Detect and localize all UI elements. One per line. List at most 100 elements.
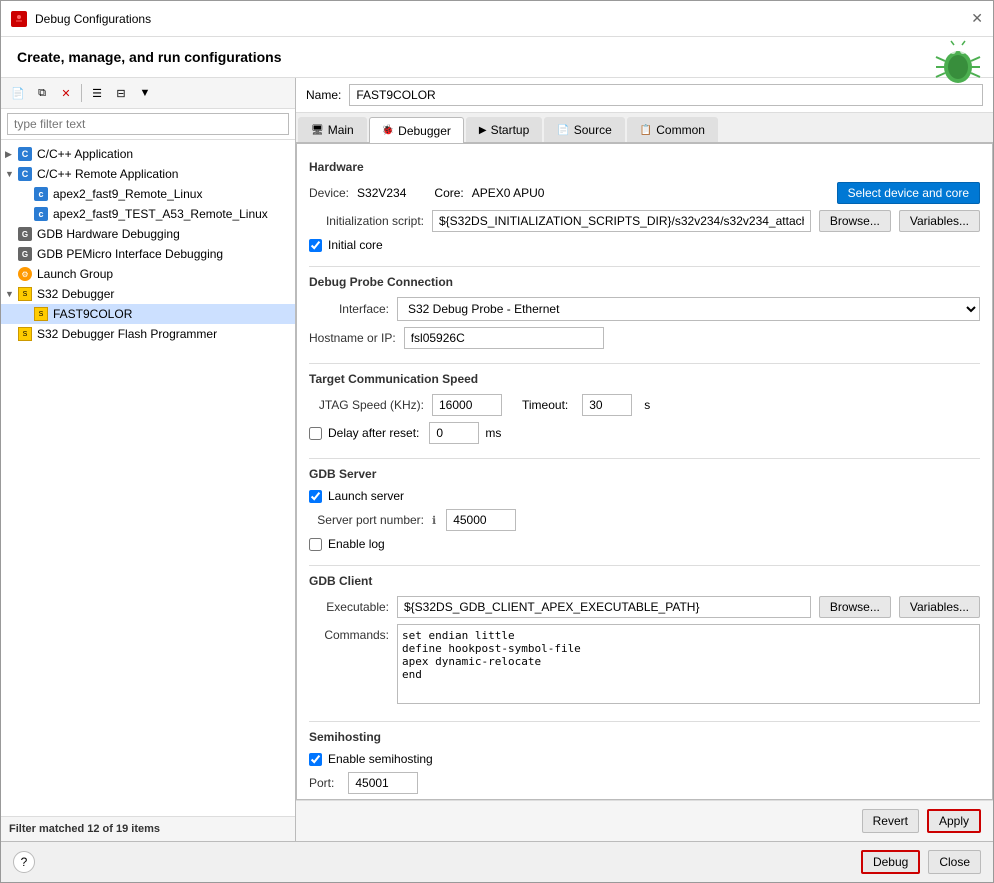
tab-debugger[interactable]: 🐞 Debugger (369, 117, 464, 143)
footer-buttons-bar: ? Debug Close (1, 841, 993, 882)
collapse-button[interactable]: ⊟ (110, 82, 132, 104)
hardware-section-title: Hardware (309, 160, 980, 174)
tree-label-fast9color: FAST9COLOR (53, 307, 132, 321)
cpp-app-icon: C (17, 146, 33, 162)
hostname-input[interactable] (404, 327, 604, 349)
expand-button[interactable]: ▼ (134, 82, 156, 104)
tree-label-s32-flash: S32 Debugger Flash Programmer (37, 327, 217, 341)
tab-common[interactable]: 📋 Common (627, 117, 718, 142)
device-value: S32V234 (357, 186, 406, 200)
filter-matched-count: 12 (87, 823, 99, 835)
filter-status: Filter matched 12 of 19 items (1, 816, 295, 841)
cpp-remote-icon: C (17, 166, 33, 182)
header-subtitle: Create, manage, and run configurations (17, 49, 977, 65)
tree-item-apex2-test[interactable]: c apex2_fast9_TEST_A53_Remote_Linux (1, 204, 295, 224)
interface-select[interactable]: S32 Debug Probe - Ethernet (397, 297, 980, 321)
device-label: Device: (309, 186, 349, 200)
filter-input[interactable] (7, 113, 289, 135)
tree-label-launch-group: Launch Group (37, 267, 113, 281)
timeout-label: Timeout: (522, 398, 568, 412)
tab-source[interactable]: 📄 Source (544, 117, 624, 142)
help-button[interactable]: ? (13, 851, 35, 873)
commands-row: Commands: set endian little define hookp… (309, 624, 980, 707)
debugger-tab-icon: 🐞 (382, 125, 394, 136)
close-window-button[interactable]: ✕ (971, 10, 983, 27)
revert-button[interactable]: Revert (862, 809, 919, 833)
delay-value-input[interactable] (429, 422, 479, 444)
filter-box (1, 109, 295, 140)
filter-items-text: items (128, 823, 160, 835)
tree-label-s32-debugger: S32 Debugger (37, 287, 114, 301)
gdb-client-title: GDB Client (309, 574, 980, 588)
right-panel: Name: 🖥 Main 🐞 Debugger ▶ Startup (296, 78, 993, 841)
init-script-input[interactable] (432, 210, 811, 232)
config-tree: ▶ C C/C++ Application ▼ C C/C++ Remote A… (1, 140, 295, 816)
gdb-client-section: GDB Client Executable: Browse... Variabl… (309, 574, 980, 707)
window-title: Debug Configurations (35, 12, 151, 26)
tree-item-fast9color[interactable]: S FAST9COLOR (1, 304, 295, 324)
title-bar-left: Debug Configurations (11, 11, 151, 27)
enable-log-label: Enable log (328, 537, 385, 551)
timeout-unit: s (644, 398, 650, 412)
commands-textarea[interactable]: set endian little define hookpost-symbol… (397, 624, 980, 704)
tab-startup[interactable]: ▶ Startup (466, 117, 542, 142)
commands-container: set endian little define hookpost-symbol… (397, 624, 980, 707)
tree-item-launch-group[interactable]: ⚙ Launch Group (1, 264, 295, 284)
semihosting-port-input[interactable] (348, 772, 418, 794)
tree-label-cpp-remote: C/C++ Remote Application (37, 167, 178, 181)
semihosting-title: Semihosting (309, 730, 980, 744)
tree-item-cpp-app[interactable]: ▶ C C/C++ Application (1, 144, 295, 164)
close-button[interactable]: Close (928, 850, 981, 874)
app-icon (11, 11, 27, 27)
duplicate-config-button[interactable]: ⧉ (31, 82, 53, 104)
tree-item-s32-flash[interactable]: S S32 Debugger Flash Programmer (1, 324, 295, 344)
footer-left: ? (13, 850, 853, 874)
jtag-row: JTAG Speed (KHz): Timeout: s (309, 394, 980, 416)
tree-item-cpp-remote[interactable]: ▼ C C/C++ Remote Application (1, 164, 295, 184)
debug-button[interactable]: Debug (861, 850, 920, 874)
delete-config-button[interactable]: ✕ (55, 82, 77, 104)
server-port-row: Server port number: ℹ (309, 509, 980, 531)
init-variables-button[interactable]: Variables... (899, 210, 980, 232)
target-speed-section: Target Communication Speed JTAG Speed (K… (309, 372, 980, 444)
name-label: Name: (306, 88, 341, 102)
interface-label: Interface: (309, 302, 389, 316)
semihosting-port-label: Port: (309, 776, 334, 790)
init-browse-button[interactable]: Browse... (819, 210, 891, 232)
select-device-button[interactable]: Select device and core (837, 182, 980, 204)
exec-variables-button[interactable]: Variables... (899, 596, 980, 618)
jtag-input[interactable] (432, 394, 502, 416)
initial-core-checkbox[interactable] (309, 239, 322, 252)
apex2-test-icon: c (33, 206, 49, 222)
exec-browse-button[interactable]: Browse... (819, 596, 891, 618)
new-config-button[interactable]: 📄 (7, 82, 29, 104)
enable-log-checkbox[interactable] (309, 538, 322, 551)
server-port-input[interactable] (446, 509, 516, 531)
launch-server-row: Launch server (309, 489, 980, 503)
tree-item-gdb-hardware[interactable]: G GDB Hardware Debugging (1, 224, 295, 244)
initial-core-label: Initial core (328, 238, 383, 252)
delay-row: Delay after reset: ms (309, 422, 980, 444)
delay-unit: ms (485, 426, 501, 440)
delay-reset-checkbox[interactable] (309, 427, 322, 440)
main-tab-icon: 🖥 (311, 125, 324, 136)
executable-label: Executable: (309, 600, 389, 614)
filter-button[interactable]: ☰ (86, 82, 108, 104)
name-input[interactable] (349, 84, 983, 106)
tree-item-s32-debugger[interactable]: ▼ S S32 Debugger (1, 284, 295, 304)
tree-item-apex2-fast9[interactable]: c apex2_fast9_Remote_Linux (1, 184, 295, 204)
timeout-input[interactable] (582, 394, 632, 416)
tree-item-gdb-pemicro[interactable]: G GDB PEMicro Interface Debugging (1, 244, 295, 264)
gdb-server-section: GDB Server Launch server Server port num… (309, 467, 980, 551)
tab-main[interactable]: 🖥 Main (298, 117, 367, 142)
debugger-panel-content: Hardware Device: S32V234 Core: APEX0 APU… (296, 143, 993, 800)
server-port-info-icon: ℹ (432, 514, 436, 527)
executable-input[interactable] (397, 596, 811, 618)
bottom-buttons-bar: Revert Apply (296, 800, 993, 841)
apply-button[interactable]: Apply (927, 809, 981, 833)
source-tab-icon: 📄 (557, 125, 569, 136)
core-value: APEX0 APU0 (472, 186, 545, 200)
tab-startup-label: Startup (491, 123, 530, 137)
launch-server-checkbox[interactable] (309, 490, 322, 503)
enable-semihosting-checkbox[interactable] (309, 753, 322, 766)
